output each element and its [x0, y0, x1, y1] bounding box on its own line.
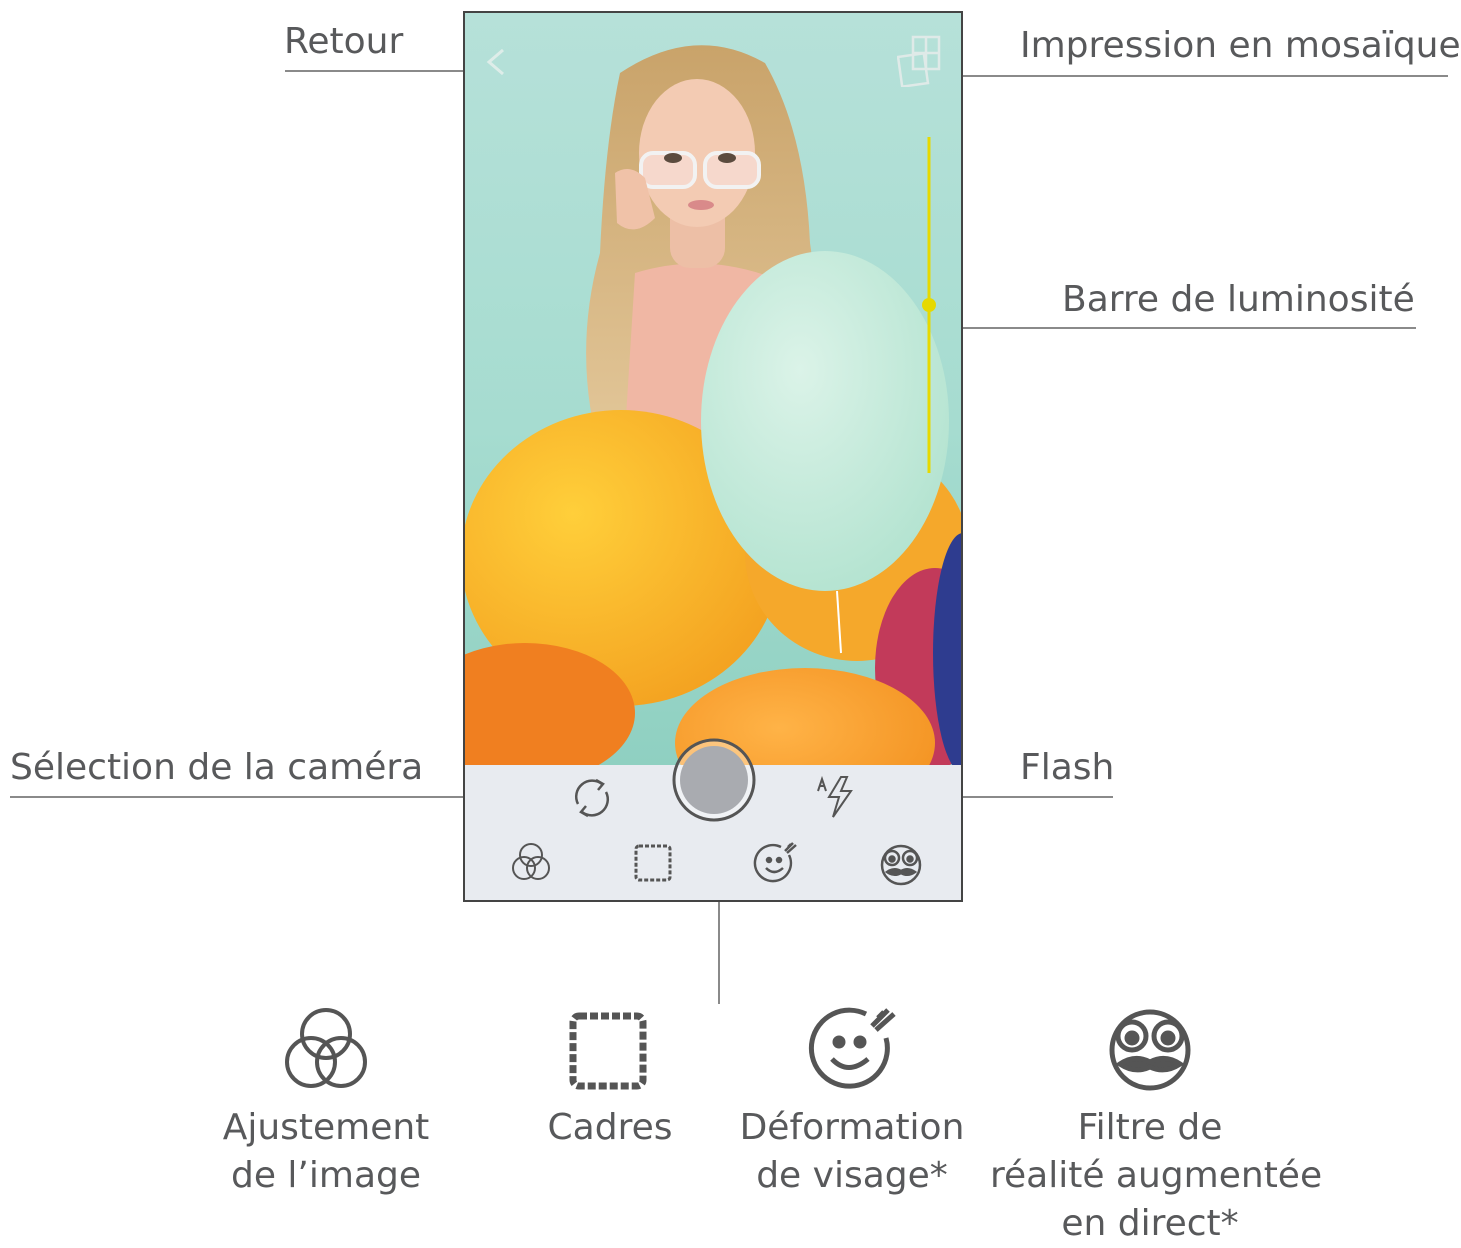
- frames-large-icon: [569, 1012, 647, 1090]
- camera-toolbar: [465, 738, 961, 900]
- brightness-handle: [922, 298, 936, 312]
- preview-photo: [465, 45, 961, 765]
- callout-back-line: [285, 70, 485, 72]
- legend-image-adjust-line1: Ajustement: [222, 1107, 430, 1148]
- toolbar-leader-line: [718, 886, 720, 1004]
- legend-face-warp: Déformation de visage*: [732, 1004, 972, 1200]
- ar-filter-icon[interactable]: [877, 841, 925, 887]
- mosaic-print-icon[interactable]: [897, 35, 943, 87]
- legend-face-warp-line2: de visage*: [756, 1155, 948, 1196]
- phone-screen: [463, 11, 963, 902]
- brightness-slider[interactable]: [921, 135, 937, 475]
- legend-face-warp-line1: Déformation: [739, 1107, 965, 1148]
- back-icon[interactable]: [483, 47, 509, 77]
- flash-auto-icon[interactable]: [815, 773, 859, 821]
- callout-brightness: Barre de luminosité: [1062, 279, 1415, 320]
- legend-ar-filter: Filtre de réalité augmentée en direct*: [990, 1004, 1323, 1248]
- legend-ar-filter-line2: réalité augmentée: [990, 1155, 1323, 1196]
- callout-camera-select: Sélection de la caméra: [10, 747, 424, 788]
- shutter-button[interactable]: [671, 737, 757, 823]
- callout-mosaic: Impression en mosaïque: [1020, 25, 1461, 66]
- face-warp-large-icon: [808, 1007, 896, 1089]
- camera-switch-icon[interactable]: [568, 774, 616, 822]
- callout-back: Retour: [284, 21, 404, 62]
- image-adjust-icon[interactable]: [509, 841, 553, 885]
- legend-ar-filter-line3: en direct*: [1061, 1203, 1239, 1244]
- frames-icon[interactable]: [633, 843, 673, 883]
- legend-ar-filter-line1: Filtre de: [1077, 1107, 1223, 1148]
- callout-brightness-line: [930, 327, 1416, 329]
- legend-image-adjust-line2: de l’image: [230, 1155, 422, 1196]
- camera-preview: [465, 13, 961, 765]
- legend-frames-label: Cadres: [547, 1107, 673, 1148]
- legend-image-adjust: Ajustement de l’image: [206, 1004, 446, 1200]
- callout-flash: Flash: [1020, 747, 1115, 788]
- callout-mosaic-line: [948, 75, 1448, 77]
- image-adjust-large-icon: [285, 1008, 367, 1088]
- legend-frames: Cadres: [510, 1004, 710, 1152]
- face-warp-icon[interactable]: [753, 841, 799, 887]
- ar-filter-large-icon: [1109, 1009, 1191, 1091]
